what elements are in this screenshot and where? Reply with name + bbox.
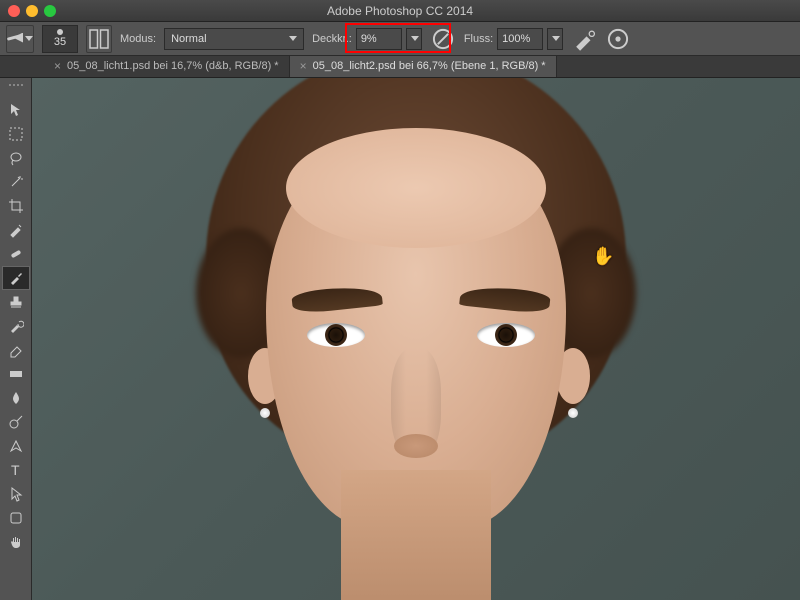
document-tab[interactable]: × 05_08_licht2.psd bei 66,7% (Ebene 1, R…	[290, 55, 557, 77]
document-tabs: × 05_08_licht1.psd bei 16,7% (d&b, RGB/8…	[0, 56, 800, 78]
document-image	[32, 78, 800, 600]
mode-label: Modus:	[120, 33, 156, 45]
options-bar: 35 Modus: Normal Deckkr.: 9% Fluss: 100%	[0, 22, 800, 56]
blur-tool[interactable]	[2, 386, 30, 410]
mode-value: Normal	[171, 33, 206, 45]
toolbox: T	[0, 78, 32, 600]
tablet-size-icon	[605, 26, 631, 52]
pen-tool[interactable]	[2, 434, 30, 458]
tab-label: 05_08_licht2.psd bei 66,7% (Ebene 1, RGB…	[313, 60, 546, 72]
magic-wand-tool[interactable]	[2, 170, 30, 194]
minimize-window-button[interactable]	[26, 5, 38, 17]
brush-size-picker[interactable]: 35	[42, 25, 78, 53]
toolbox-grip[interactable]	[2, 84, 30, 94]
pressure-size-button[interactable]	[605, 26, 631, 52]
history-brush-tool[interactable]	[2, 314, 30, 338]
close-window-button[interactable]	[8, 5, 20, 17]
flow-input[interactable]: 100%	[497, 28, 543, 50]
svg-text:T: T	[11, 462, 20, 478]
window-controls	[8, 5, 56, 17]
dodge-tool[interactable]	[2, 410, 30, 434]
brush-tool[interactable]	[2, 266, 30, 290]
opacity-label: Deckkr.:	[312, 33, 352, 45]
brush-size-value: 35	[54, 36, 66, 48]
crop-tool[interactable]	[2, 194, 30, 218]
main-area: T ✋	[0, 78, 800, 600]
lasso-tool[interactable]	[2, 146, 30, 170]
brush-panel-button[interactable]	[86, 25, 112, 53]
brush-icon	[7, 33, 23, 45]
marquee-tool[interactable]	[2, 122, 30, 146]
brush-preview-icon	[57, 29, 63, 35]
zoom-window-button[interactable]	[44, 5, 56, 17]
app-title: Adobe Photoshop CC 2014	[327, 4, 473, 18]
brush-panel-icon	[87, 27, 111, 51]
flow-value: 100%	[502, 33, 530, 45]
tab-label: 05_08_licht1.psd bei 16,7% (d&b, RGB/8) …	[67, 60, 279, 72]
opacity-input[interactable]: 9%	[356, 28, 402, 50]
flow-group: Fluss: 100%	[464, 28, 563, 50]
chevron-down-icon	[552, 36, 560, 41]
flow-dropdown[interactable]	[547, 28, 563, 50]
move-tool[interactable]	[2, 98, 30, 122]
opacity-dropdown[interactable]	[406, 28, 422, 50]
chevron-down-icon	[411, 36, 419, 41]
path-select-tool[interactable]	[2, 482, 30, 506]
document-tab[interactable]: × 05_08_licht1.psd bei 16,7% (d&b, RGB/8…	[44, 55, 290, 77]
shape-tool[interactable]	[2, 506, 30, 530]
stamp-tool[interactable]	[2, 290, 30, 314]
eraser-tool[interactable]	[2, 338, 30, 362]
hand-tool[interactable]	[2, 530, 30, 554]
title-bar: Adobe Photoshop CC 2014	[0, 0, 800, 22]
opacity-value: 9%	[361, 33, 377, 45]
mode-select[interactable]: Normal	[164, 28, 304, 50]
close-icon[interactable]: ×	[300, 59, 307, 73]
current-tool-button[interactable]	[6, 25, 34, 53]
eyedropper-tool[interactable]	[2, 218, 30, 242]
airbrush-button[interactable]	[571, 26, 597, 52]
pressure-opacity-button[interactable]	[430, 26, 456, 52]
tablet-pressure-icon	[430, 26, 456, 52]
flow-label: Fluss:	[464, 33, 493, 45]
close-icon[interactable]: ×	[54, 59, 61, 73]
chevron-down-icon	[289, 36, 297, 41]
airbrush-icon	[571, 26, 597, 52]
gradient-tool[interactable]	[2, 362, 30, 386]
type-tool[interactable]: T	[2, 458, 30, 482]
opacity-group: Deckkr.: 9%	[312, 28, 422, 50]
healing-tool[interactable]	[2, 242, 30, 266]
canvas[interactable]: ✋	[32, 78, 800, 600]
chevron-down-icon	[25, 36, 33, 41]
